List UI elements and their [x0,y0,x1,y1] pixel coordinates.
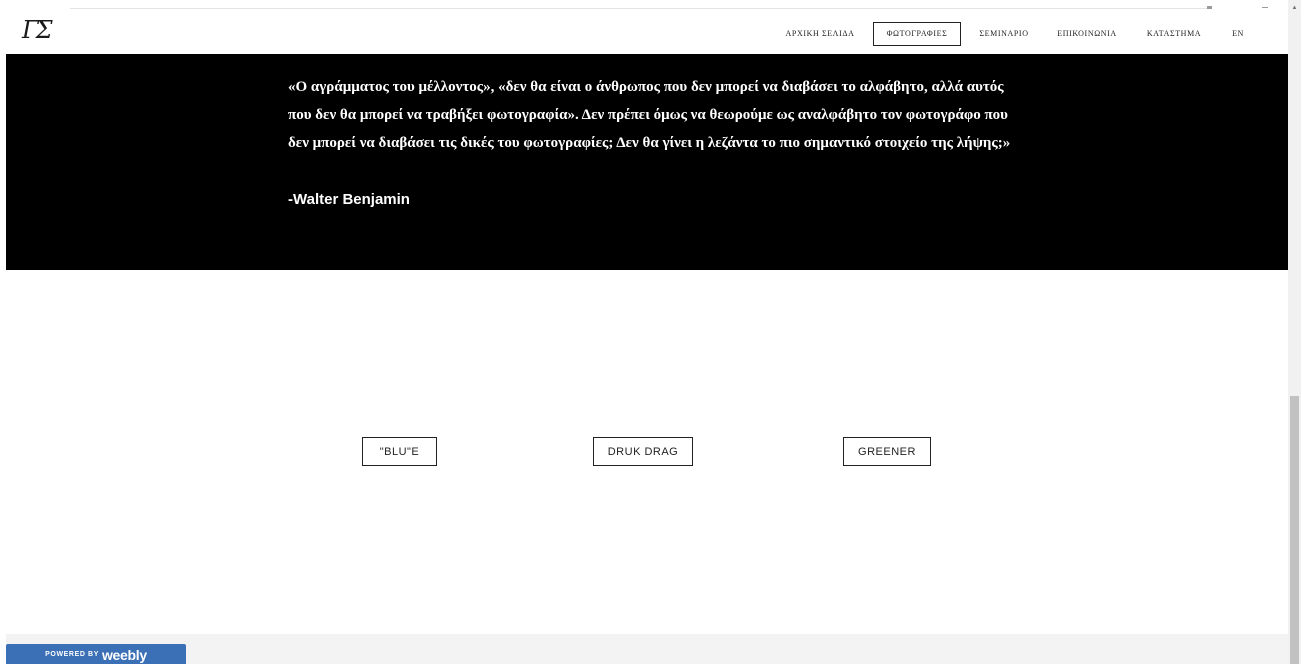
nav-item-home[interactable]: ΑΡΧΙΚΗ ΣΕΛΙΔΑ [782,22,858,44]
nav-item-language[interactable]: EN [1229,22,1247,44]
powered-by-weebly-badge[interactable]: POWERED BY weebly [6,644,186,664]
nav-item-shop[interactable]: ΚΑΤΑΣΤΗΜΑ [1140,22,1208,44]
site-footer: POWERED BY weebly [6,634,1288,664]
weebly-logo: weebly [101,647,147,663]
window-control-mark [1262,7,1268,8]
scroll-up-arrow-icon[interactable]: ▲ [1288,2,1301,14]
vertical-scrollbar[interactable]: ▲ [1288,0,1301,664]
top-divider [70,8,1210,9]
badge-powered-text: POWERED BY [45,651,99,658]
nav-item-contact[interactable]: ΕΠΙΚΟΙΝΩΝΙΑ [1051,22,1123,44]
quote-author: -Walter Benjamin [288,191,410,208]
gallery-button-druk-drag[interactable]: DRUK DRAG [593,437,693,466]
site-header: ΓΣ ΑΡΧΙΚΗ ΣΕΛΙΔΑ ΦΩΤΟΓΡΑΦΙΕΣ ΣΕΜΙΝΑΡΙΟ Ε… [6,14,1288,54]
gallery-button-blue[interactable]: "BLU"E [362,437,437,466]
main-nav: ΑΡΧΙΚΗ ΣΕΛΙΔΑ ΦΩΤΟΓΡΑΦΙΕΣ ΣΕΜΙΝΑΡΙΟ ΕΠΙΚ… [6,22,1288,46]
quote-text: «Ο αγράμματος του μέλλοντος», «δεν θα εί… [288,79,1011,151]
window-control-mark [1207,6,1212,9]
nav-item-photos[interactable]: ΦΩΤΟΓΡΑΦΙΕΣ [873,22,961,46]
scroll-thumb[interactable] [1290,396,1299,664]
nav-item-seminar[interactable]: ΣΕΜΙΝΑΡΙΟ [970,22,1038,44]
page: ΓΣ ΑΡΧΙΚΗ ΣΕΛΙΔΑ ΦΩΤΟΓΡΑΦΙΕΣ ΣΕΜΙΝΑΡΙΟ Ε… [0,0,1301,664]
gallery-button-greener[interactable]: GREENER [843,437,931,466]
quote-banner: «Ο αγράμματος του μέλλοντος», «δεν θα εί… [6,54,1288,270]
